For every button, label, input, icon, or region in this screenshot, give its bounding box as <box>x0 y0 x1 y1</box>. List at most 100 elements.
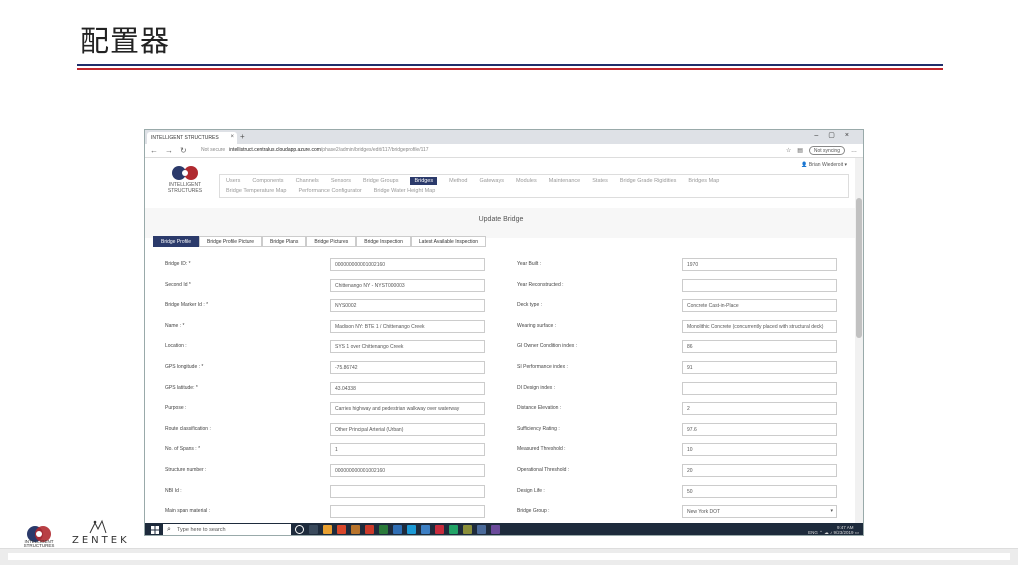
file-explorer-icon[interactable] <box>323 525 332 534</box>
tab-bridge-plans[interactable]: Bridge Plans <box>261 236 307 247</box>
design-life-field[interactable]: 50 <box>682 484 837 498</box>
menu-item-bridge-temperature-map[interactable]: Bridge Temperature Map <box>226 188 286 194</box>
operational-threshold-value: 20 <box>687 468 693 474</box>
nav-buttons[interactable]: ←→↻ <box>150 146 194 155</box>
taskbar-search[interactable]: ⌕ Type here to search <box>163 524 291 535</box>
main-span-material-field[interactable] <box>330 505 485 519</box>
new-tab-icon[interactable]: + <box>240 132 245 141</box>
si-performance-index-field[interactable]: 91 <box>682 361 837 374</box>
di-design-index-field[interactable] <box>682 381 837 395</box>
tab-bridge-profile-picture[interactable]: Bridge Profile Picture <box>199 236 262 247</box>
form-row: Purpose : Carries highway and pedestrian … <box>145 402 857 422</box>
deck-type-field[interactable]: Concrete Cast-in-Place <box>682 299 837 313</box>
operational-threshold-field[interactable]: 20 <box>682 464 837 477</box>
app-icon-5[interactable] <box>393 525 402 534</box>
bridge-group-field[interactable]: New York DOT ▾ <box>682 505 837 519</box>
menu-item-sensors[interactable]: Sensors <box>331 178 351 184</box>
scrollbar-thumb[interactable] <box>856 198 862 338</box>
main-span-material-label: Main span material : <box>165 508 211 515</box>
menu-item-bridge-groups[interactable]: Bridge Groups <box>363 178 398 184</box>
app-icon-3[interactable] <box>365 525 374 534</box>
sync-button[interactable]: Not syncing <box>808 146 845 155</box>
url-field[interactable]: Not secure intellistruct.centralus.clouda… <box>201 147 429 153</box>
task-view-icon[interactable] <box>309 525 318 534</box>
app-icon-9[interactable] <box>477 525 486 534</box>
menu-item-method[interactable]: Method <box>449 178 467 184</box>
excel-icon[interactable] <box>449 525 458 534</box>
year-built-field[interactable]: 1970 <box>682 258 837 271</box>
menu-item-components[interactable]: Components <box>252 178 283 184</box>
gps-longitude-field[interactable]: -75.86742 <box>330 361 485 374</box>
system-tray[interactable]: ENG ⌃ ☁ ♪ 9:47 AM 9/23/2019 ▭ <box>808 525 859 535</box>
logo-text: INTELLIGENT STRUCTURES <box>167 182 203 194</box>
location-field[interactable]: SYS 1 over Chittenango Creek <box>330 340 485 354</box>
measured-threshold-field[interactable]: 10 <box>682 443 837 457</box>
menu-item-gateways[interactable]: Gateways <box>479 178 503 184</box>
location-label: Location : <box>165 343 187 350</box>
collections-icon[interactable]: ▤ <box>797 147 803 154</box>
wearing-surface-field[interactable]: Monolithic Concrete (concurrently placed… <box>682 319 837 333</box>
location-value: SYS 1 over Chittenango Creek <box>335 344 404 351</box>
sufficiency-rating-label: Sufficiency Rating : <box>517 425 560 432</box>
app-logo[interactable]: INTELLIGENT STRUCTURES <box>155 164 215 198</box>
gi-owner-condition-index-field[interactable]: 86 <box>682 340 837 354</box>
user-menu[interactable]: 👤 Brian Wiederoit ▾ <box>801 162 847 168</box>
distance-elevation-field[interactable]: 2 <box>682 402 837 416</box>
form-row: Route classification : Other Principal Ar… <box>145 422 857 443</box>
app-icon-2[interactable] <box>351 525 360 534</box>
route-classification-field[interactable]: Other Principal Arterial (Urban) <box>330 422 485 436</box>
app-icon-1[interactable] <box>337 525 346 534</box>
menu-item-modules[interactable]: Modules <box>516 178 537 184</box>
scrollbar[interactable] <box>855 158 863 523</box>
bridge-id-field[interactable]: 000000000001002160 <box>330 258 485 271</box>
app-icon-10[interactable] <box>491 525 500 534</box>
second-id-field[interactable]: Chittenango NY - NYST000003 <box>330 278 485 292</box>
distance-elevation-label: Distance Elevation : <box>517 405 562 412</box>
tray-language: ENG <box>808 530 818 535</box>
close-tab-icon[interactable]: × <box>230 134 234 140</box>
security-label: Not secure <box>201 147 226 153</box>
form-row: GPS longitude : * -75.86742 SI Performance… <box>145 361 857 381</box>
menu-row-2: Bridge Temperature Map Performance Config… <box>226 188 447 194</box>
menu-item-bridges-map[interactable]: Bridges Map <box>688 178 719 184</box>
title-rule-red <box>77 68 943 70</box>
form-row: Second Id * Chittenango NY - NYST000003 Ye… <box>145 278 857 299</box>
gps-latitude-field[interactable]: 43.04338 <box>330 381 485 395</box>
year-reconstructed-field[interactable] <box>682 278 837 292</box>
window-controls[interactable]: –▢× <box>814 131 859 139</box>
menu-item-bridges[interactable]: Bridges <box>410 177 438 185</box>
menu-item-states[interactable]: States <box>592 178 608 184</box>
browser-tab[interactable]: INTELLIGENT STRUCTURES × <box>147 132 237 144</box>
no-of-spans-field[interactable]: 1 <box>330 443 485 457</box>
nbi-id-field[interactable] <box>330 484 485 498</box>
cortana-icon[interactable] <box>295 525 304 534</box>
menu-item-bridge-grade-rigidities[interactable]: Bridge Grade Rigidities <box>620 178 677 184</box>
sufficiency-rating-field[interactable]: 97.6 <box>682 422 837 436</box>
tab-title: INTELLIGENT STRUCTURES <box>151 135 219 141</box>
structure-number-field[interactable]: 000000000001002160 <box>330 464 485 477</box>
app-icon-6[interactable] <box>421 525 430 534</box>
search-icon: ⌕ <box>167 526 171 533</box>
menu-item-channels[interactable]: Channels <box>296 178 319 184</box>
tab-bridge-inspection[interactable]: Bridge Inspection <box>356 236 411 247</box>
menu-item-maintenance[interactable]: Maintenance <box>549 178 581 184</box>
logo-mark-icon <box>172 166 198 180</box>
web-page: 👤 Brian Wiederoit ▾ INTELLIGENT STRUCTUR… <box>145 158 857 523</box>
more-icon[interactable]: … <box>851 148 857 154</box>
bridge-marker-id-field[interactable]: NYS0002 <box>330 299 485 313</box>
tab-bridge-pictures[interactable]: Bridge Pictures <box>306 236 357 247</box>
windows-start-icon[interactable] <box>151 526 159 534</box>
tab-latest-available-inspection[interactable]: Latest Available Inspection <box>410 236 487 247</box>
edge-icon[interactable] <box>407 525 416 534</box>
tab-bridge-profile[interactable]: Bridge Profile <box>153 236 200 247</box>
app-icon-7[interactable] <box>435 525 444 534</box>
purpose-field[interactable]: Carries highway and pedestrian walkway o… <box>330 402 485 416</box>
star-icon[interactable]: ☆ <box>786 147 791 154</box>
menu-item-bridge-water-height-map[interactable]: Bridge Water Height Map <box>374 188 436 194</box>
name-field[interactable]: Madison NY: BTE 1 / Chittenango Creek <box>330 319 485 333</box>
menu-item-performance-configurator[interactable]: Performance Configurator <box>298 188 361 194</box>
app-icon-4[interactable] <box>379 525 388 534</box>
app-icon-8[interactable] <box>463 525 472 534</box>
browser-window: INTELLIGENT STRUCTURES × + –▢× ←→↻ Not s… <box>144 129 864 536</box>
menu-item-users[interactable]: Users <box>226 178 240 184</box>
